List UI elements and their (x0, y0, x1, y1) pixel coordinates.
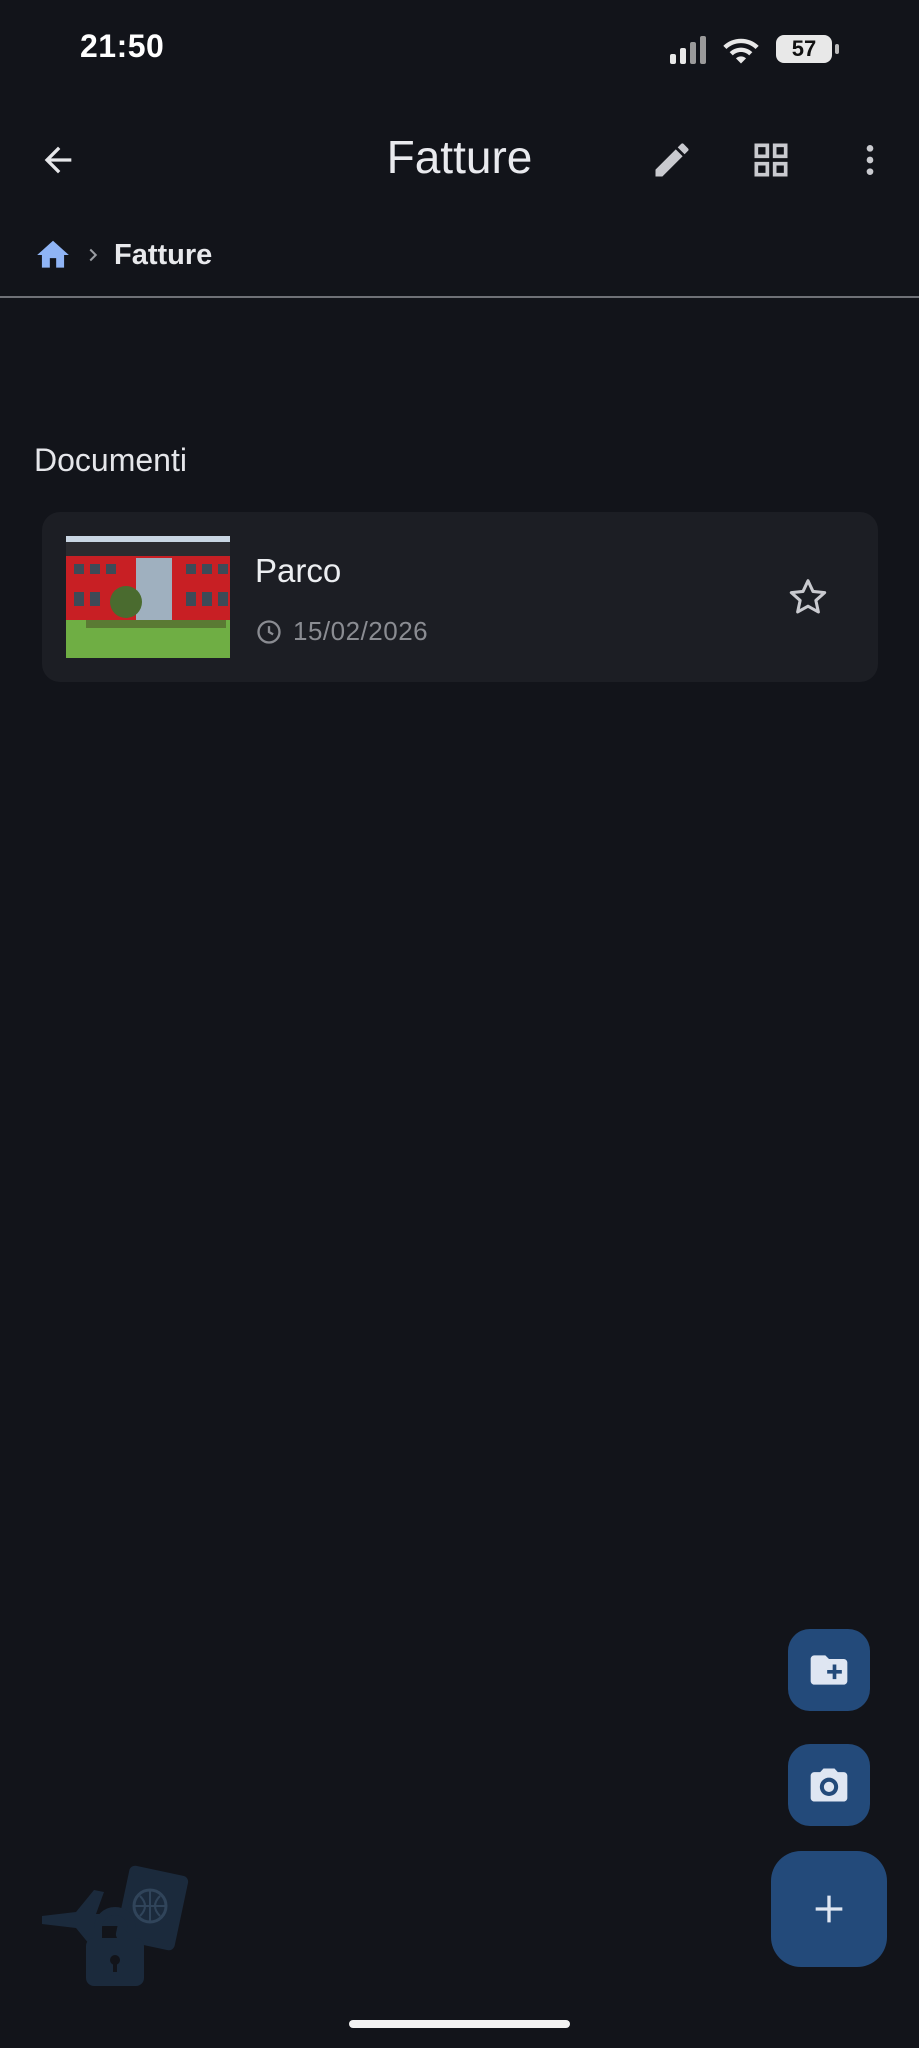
more-vert-icon (866, 145, 874, 175)
breadcrumb: Fatture (34, 236, 212, 274)
grid-view-icon (754, 143, 788, 177)
new-folder-button[interactable] (788, 1629, 870, 1711)
breadcrumb-current[interactable]: Fatture (114, 239, 212, 272)
battery-icon: 57 (776, 35, 839, 63)
camera-button[interactable] (788, 1744, 870, 1826)
camera-icon (810, 1768, 848, 1802)
grid-view-button[interactable] (739, 128, 803, 192)
document-date: 15/02/2026 (293, 616, 429, 646)
edit-pencil-icon (655, 143, 689, 177)
add-button[interactable] (771, 1851, 887, 1967)
status-time: 21:50 (80, 28, 165, 64)
status-icons: 57 (670, 34, 839, 64)
decorative-illustration (36, 1860, 196, 2000)
document-name: Parco (255, 552, 342, 589)
edit-button[interactable] (640, 128, 704, 192)
document-date-row: 15/02/2026 (255, 616, 428, 647)
battery-level: 57 (776, 35, 832, 63)
home-indicator (349, 2020, 570, 2028)
divider (0, 296, 919, 298)
signal-icon (670, 34, 706, 64)
chevron-right-icon (89, 248, 98, 262)
favorite-button[interactable] (776, 565, 840, 629)
create-folder-icon (810, 1655, 848, 1685)
document-card[interactable]: Parco 15/02/2026 (42, 512, 878, 682)
clock-icon (257, 619, 281, 644)
plus-icon (815, 1895, 843, 1923)
document-thumbnail (66, 536, 230, 658)
star-outline-icon (789, 579, 827, 614)
section-title: Documenti (34, 442, 187, 478)
wifi-icon (723, 38, 759, 64)
home-icon (37, 240, 69, 268)
breadcrumb-home[interactable] (34, 236, 72, 274)
more-options-button[interactable] (838, 128, 902, 192)
